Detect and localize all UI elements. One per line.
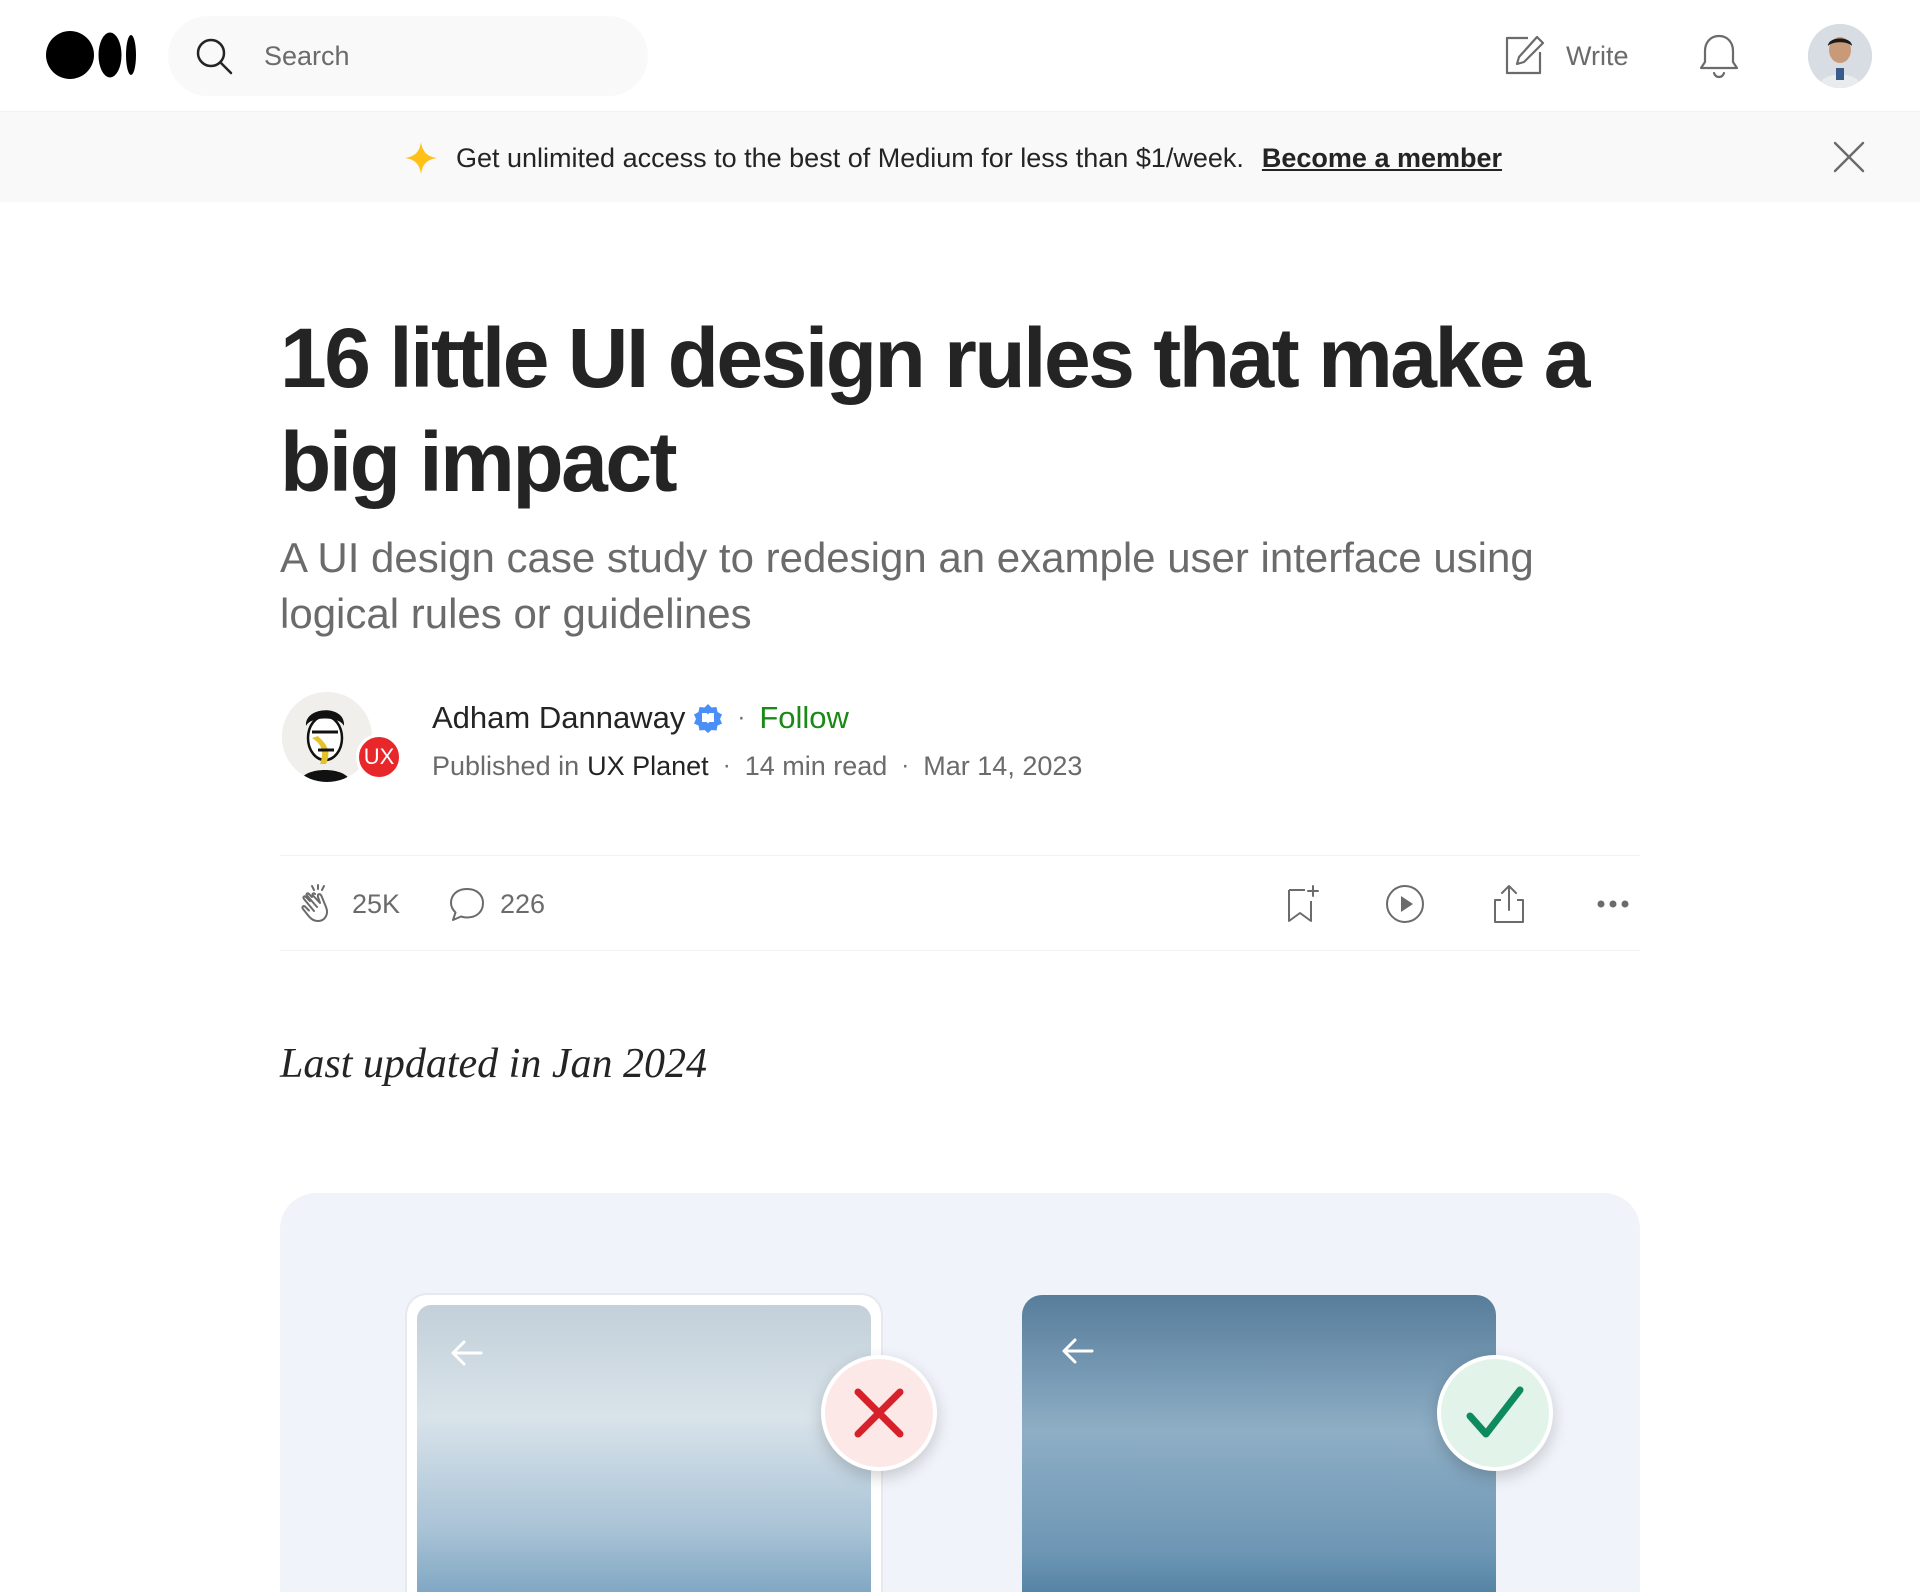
top-nav: Write [0,0,1920,112]
clap-button[interactable]: 25K [298,880,400,928]
more-icon [1597,900,1629,908]
action-bar: 25K 226 [280,855,1640,951]
hero-image[interactable] [280,1193,1640,1592]
clap-count: 25K [352,888,401,919]
comments-button[interactable]: 226 [446,880,545,928]
bookmark-icon [1288,885,1319,922]
play-icon [1386,885,1424,923]
comment-count: 226 [500,888,546,919]
publication-link[interactable]: UX Planet [587,751,709,782]
more-options-button[interactable] [1592,880,1634,928]
last-updated-note: Last updated in Jan 2024 [280,1041,707,1087]
author-line: Adham Dannaway · Follow [432,696,849,740]
write-label: Write [1566,40,1629,71]
correct-badge [1437,1355,1553,1471]
back-arrow-icon [451,1340,483,1366]
phone-mockup-right [1022,1295,1496,1592]
publication-line: Published in UX Planet · 14 min read · M… [432,748,1082,784]
author-name[interactable]: Adham Dannaway [432,700,685,736]
follow-button[interactable]: Follow [759,700,849,736]
medium-logo-icon[interactable] [46,30,138,80]
published-in-label: Published in [432,750,580,781]
check-icon [1466,1386,1524,1438]
read-time: 14 min read [744,750,888,781]
user-avatar[interactable] [1808,24,1872,88]
user-avatar-image [1808,24,1872,88]
article-title: 16 little UI design rules that make a bi… [280,311,1590,509]
share-button[interactable] [1488,880,1530,928]
sparkle-icon [405,142,437,174]
write-button[interactable]: Write [1502,30,1629,82]
comment-icon [450,888,484,921]
listen-button[interactable] [1384,880,1426,928]
cloudy-photo [417,1305,871,1592]
become-member-link[interactable]: Become a member [1262,143,1502,174]
publish-date: Mar 14, 2023 [923,750,1083,781]
bookmark-button[interactable] [1280,880,1322,928]
separator-dot: · [901,752,910,779]
back-arrow-icon [1062,1338,1094,1364]
close-icon[interactable] [1832,140,1866,174]
banner-text: Get unlimited access to the best of Medi… [456,142,1244,173]
search-icon [196,38,233,75]
bell-icon[interactable] [1696,32,1742,80]
search-bar[interactable] [168,16,648,96]
article-subtitle: A UI design case study to redesign an ex… [280,534,1534,637]
search-input[interactable] [264,36,624,76]
phone-mockup-wrong [407,1295,881,1592]
separator-dot: · [737,704,746,731]
publication-badge[interactable]: UX [356,734,402,780]
x-icon [854,1388,904,1438]
share-icon [1494,885,1524,923]
separator-dot: · [722,752,731,779]
wrong-badge [821,1355,937,1471]
membership-banner: Get unlimited access to the best of Medi… [0,112,1920,202]
clap-icon [301,884,328,922]
write-icon [1505,35,1545,75]
verified-icon [694,704,723,733]
